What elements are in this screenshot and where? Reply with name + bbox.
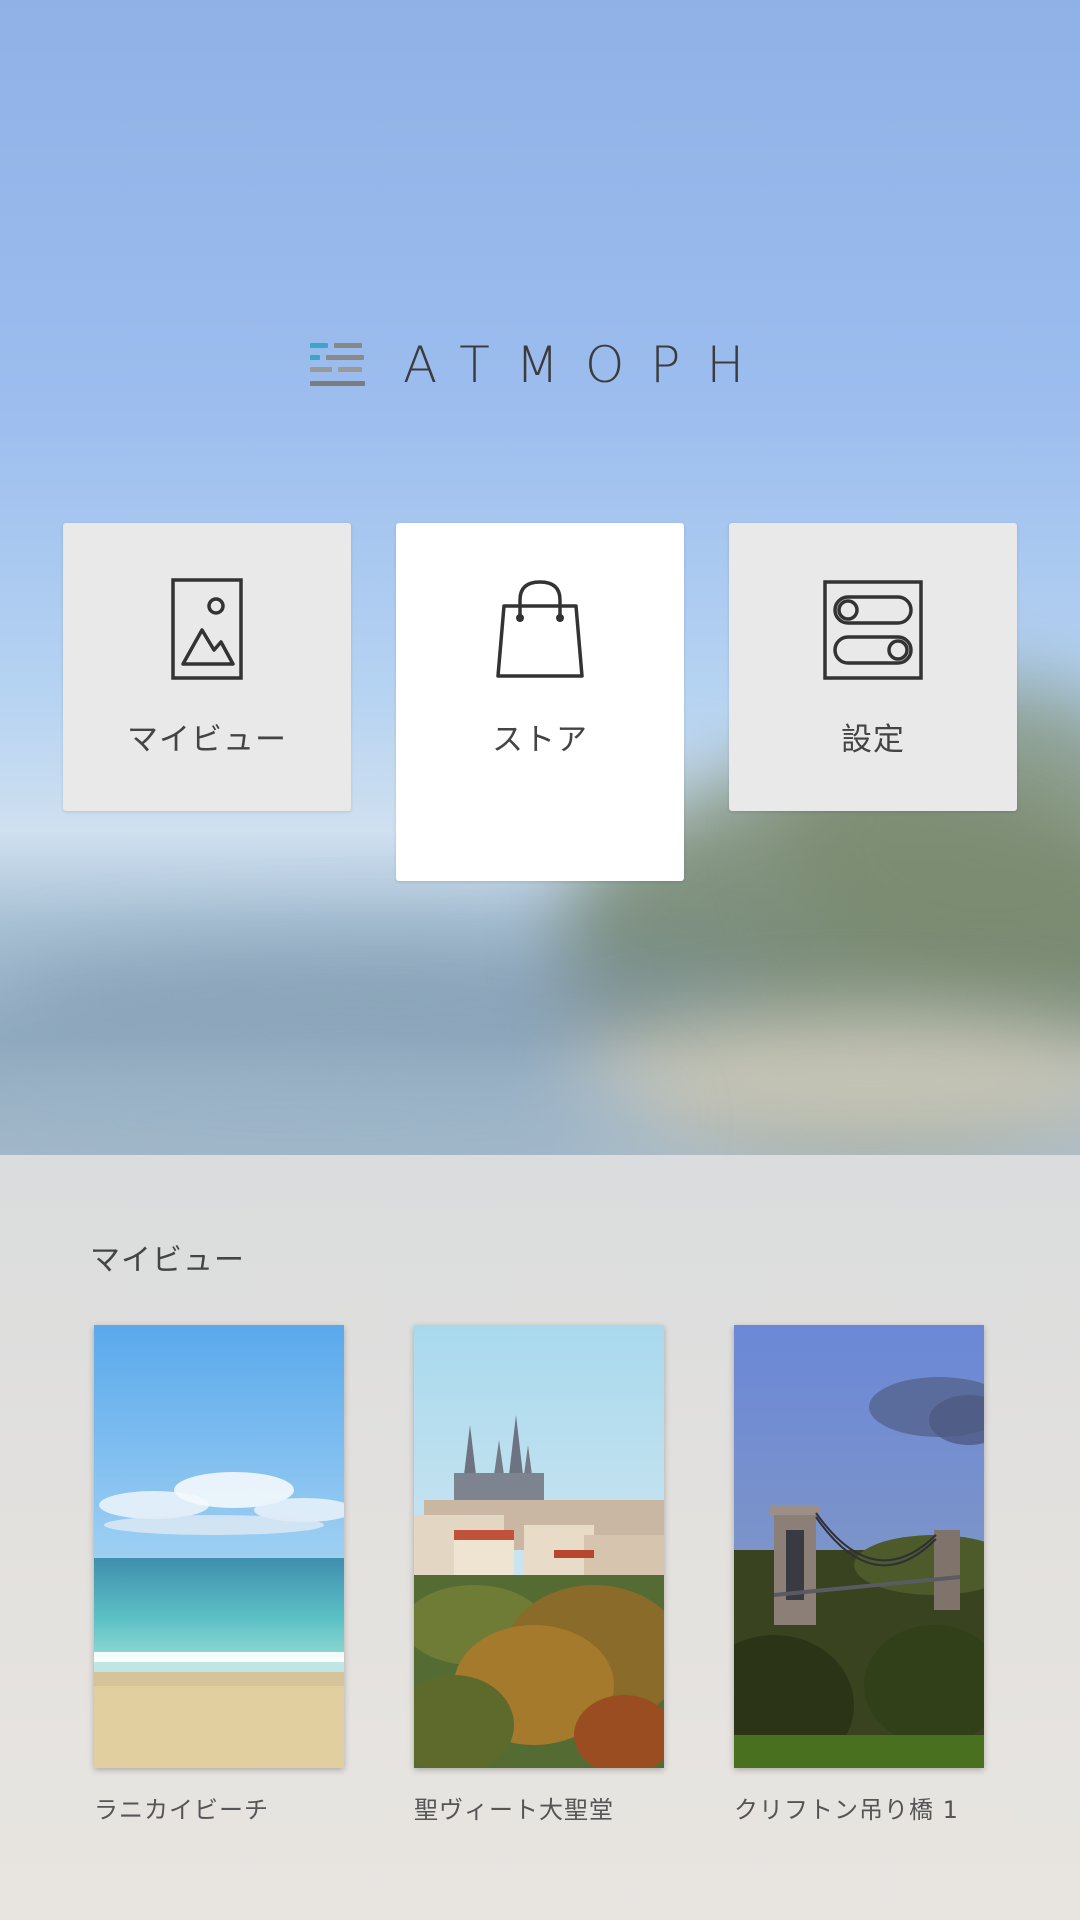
- menu-tile-settings[interactable]: 設定: [729, 523, 1017, 811]
- section-title: マイビュー: [90, 1243, 245, 1278]
- view-caption-clifton: クリフトン吊り橋 1: [734, 1796, 959, 1824]
- view-caption-lanikai: ラニカイビーチ: [94, 1796, 269, 1824]
- view-thumbnail-st-vitus[interactable]: [414, 1325, 664, 1768]
- shopping-bag-icon: [494, 578, 586, 680]
- menu-tile-store[interactable]: ストア: [396, 523, 684, 881]
- menu-label-store: ストア: [492, 722, 588, 758]
- brand-name: ATMOPH: [402, 336, 771, 394]
- atmoph-logo: ATMOPH: [0, 336, 1080, 394]
- menu-label-myview: マイビュー: [127, 722, 287, 758]
- image-frame-icon: [171, 578, 243, 680]
- view-caption-st-vitus: 聖ヴィート大聖堂: [414, 1796, 614, 1824]
- view-thumbnail-lanikai[interactable]: [94, 1325, 344, 1768]
- view-thumbnail-clifton[interactable]: [734, 1325, 984, 1768]
- menu-label-settings: 設定: [841, 722, 905, 758]
- logo-mark-icon: [309, 341, 365, 389]
- toggle-settings-icon: [823, 578, 923, 680]
- menu-tile-myview[interactable]: マイビュー: [63, 523, 351, 811]
